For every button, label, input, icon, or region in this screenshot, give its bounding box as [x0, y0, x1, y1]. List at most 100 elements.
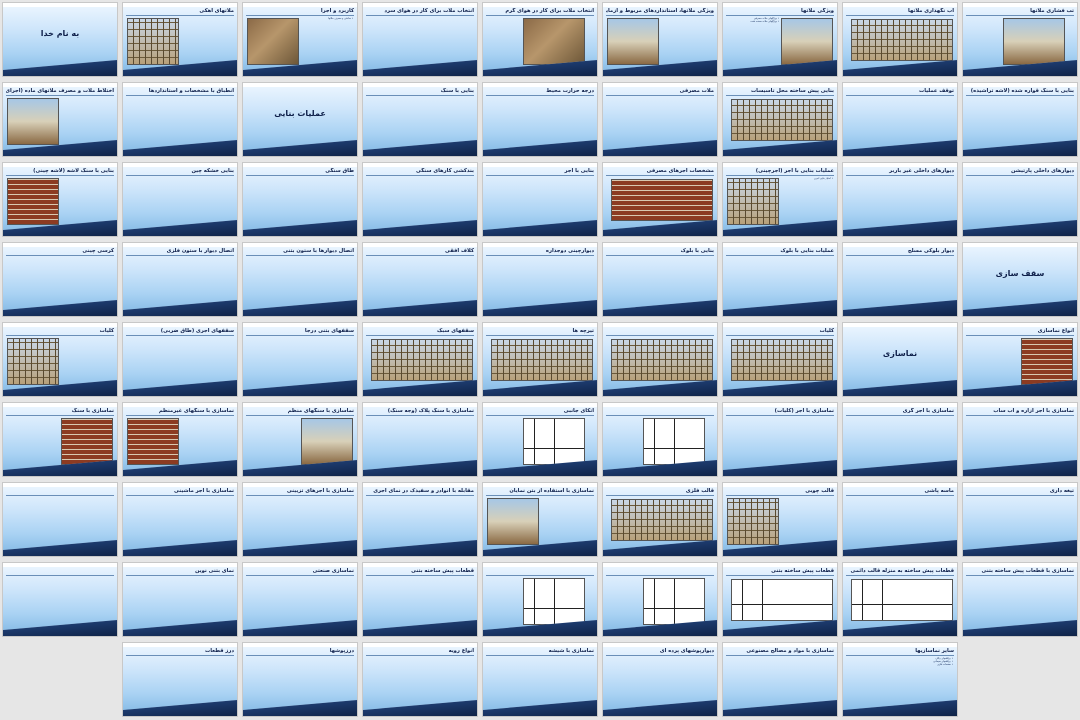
slide-title: کرسی چینی: [82, 248, 114, 254]
slide-thumbnail[interactable]: اتصال دیوارها با ستون بتنی: [242, 242, 358, 317]
slide-thumbnail[interactable]: نمای بتنی نوین: [122, 562, 238, 637]
slide-thumbnail[interactable]: بنایی پیش ساخته محل تاسیسات: [722, 82, 838, 157]
slide-thumbnail[interactable]: سقفهای سبک: [362, 322, 478, 397]
slide-thumbnail[interactable]: نماسازی با شیشه: [482, 642, 598, 717]
slide-thumbnail[interactable]: انتخاب ملات برای کار در هوای سرد: [362, 2, 478, 77]
slide-header-strip: [123, 83, 237, 87]
slide-thumbnail[interactable]: اتکای جانبی: [482, 402, 598, 477]
slide-title-rule: [846, 495, 954, 496]
slide-thumbnail[interactable]: دیوارچینی دوجداره: [482, 242, 598, 317]
slide-thumbnail[interactable]: اختلاط ملات و مصرف ملاتهای ماده (اجرای م…: [2, 82, 118, 157]
slide-title-rule: [846, 175, 954, 176]
slide-thumbnail[interactable]: سایر نماسازیها • روکشهای رنگی • روکشهای س…: [842, 642, 958, 717]
slide-thumbnail[interactable]: [482, 562, 598, 637]
slide-thumbnail[interactable]: [2, 482, 118, 557]
slide-thumbnail[interactable]: ماسه پاشی: [842, 482, 958, 557]
slide-thumbnail[interactable]: نماسازی با آجر ماشینی: [122, 482, 238, 557]
slide-header-strip: [963, 163, 1077, 167]
slide-image: [301, 418, 353, 465]
slide-thumbnail[interactable]: نماسازی با آجرهای تزیینی: [242, 482, 358, 557]
slide-thumbnail[interactable]: درزپوشها: [242, 642, 358, 717]
slide-thumbnail[interactable]: درز قطعات: [122, 642, 238, 717]
slide-thumbnail[interactable]: انواع رویه: [362, 642, 478, 717]
slide-thumbnail[interactable]: سقفهای بتنی درجا: [242, 322, 358, 397]
slide-thumbnail[interactable]: ویژگی ملاتها، استانداردهای مربوط و آزمای…: [602, 2, 718, 77]
slide-thumbnail[interactable]: به نام خدامشخصات فنی عمومی کارهای ساختما…: [2, 2, 118, 77]
slide-body-text: [7, 497, 113, 544]
slide-thumbnail[interactable]: نماسازی با سنگ پلاک (وجه سنگ): [362, 402, 478, 477]
slide-thumbnail[interactable]: [2, 562, 118, 637]
slide-header-strip: [123, 483, 237, 487]
slide-thumbnail[interactable]: دیوارهای داخلی غیر باربر: [842, 162, 958, 237]
slide-header-strip: [3, 83, 117, 87]
slide-thumbnail[interactable]: نماسازی با قطعات پیش ساخته بتنی: [962, 562, 1078, 637]
slide-title: بنایی پیش ساخته محل تاسیسات: [750, 88, 834, 94]
slide-thumbnail[interactable]: طاق سنگی: [242, 162, 358, 237]
slide-thumbnail[interactable]: [602, 562, 718, 637]
slide-thumbnail[interactable]: بنایی با آجر: [482, 162, 598, 237]
slide-thumbnail[interactable]: آب نگهداری ملاتها: [842, 2, 958, 77]
slide-thumbnail[interactable]: کلاف افقی: [362, 242, 478, 317]
slide-thumbnail[interactable]: نماسازی با آجر ازاره و آب ساب: [962, 402, 1078, 477]
slide-thumbnail[interactable]: نماسازی با سنگهای منظم: [242, 402, 358, 477]
slide-title-rule: [6, 335, 114, 336]
slide-thumbnail[interactable]: کلیات: [722, 322, 838, 397]
slide-thumbnail[interactable]: قطعات پیش ساخته بتنی: [362, 562, 478, 637]
slide-thumbnail[interactable]: [602, 322, 718, 397]
slide-thumbnail[interactable]: مشخصات آجرهای مصرفی: [602, 162, 718, 237]
slide-thumbnail[interactable]: نماسازی با آجر گری: [842, 402, 958, 477]
slide-thumbnail[interactable]: قطعات پیش ساخته به منزله قالب دائمی: [842, 562, 958, 637]
slide-thumbnail[interactable]: تیغه داری: [962, 482, 1078, 557]
slide-thumbnail[interactable]: نماسازی با استفاده از بتن نمایان: [482, 482, 598, 557]
slide-header-strip: [363, 563, 477, 567]
slide-title: آب نگهداری ملاتها: [908, 8, 954, 14]
slide-thumbnail[interactable]: ملاتهای آهکی: [122, 2, 238, 77]
slide-title-rule: [246, 15, 354, 16]
slide-thumbnail[interactable]: دیوارپوشهای پرده ای: [602, 642, 718, 717]
slide-thumbnail[interactable]: نماسازی صنعتی: [242, 562, 358, 637]
slide-thumbnail[interactable]: ویژگی ملاتها • ویژگیهای ملات مصرفی • ویژگ…: [722, 2, 838, 77]
slide-thumbnail[interactable]: قالب فلزی: [602, 482, 718, 557]
slide-thumbnail[interactable]: ملات مصرفی: [602, 82, 718, 157]
slide-thumbnail[interactable]: قطعات پیش ساخته بتنی: [722, 562, 838, 637]
slide-thumbnail[interactable]: بنایی با بلوک: [602, 242, 718, 317]
slide-thumbnail[interactable]: نماسازی با مواد و مصالح مصنوعی: [722, 642, 838, 717]
slide-thumbnail[interactable]: سقف سازی: [962, 242, 1078, 317]
slide-thumbnail[interactable]: مقابله با انوادر و سفیدک در نمای آجری: [362, 482, 478, 557]
slide-thumbnail[interactable]: نماسازی با آجر (کلیات): [722, 402, 838, 477]
slide-thumbnail[interactable]: نماسازی با سنگهای غیرمنظم: [122, 402, 238, 477]
slide-thumbnail[interactable]: بنایی با سنگ قواره شده (لاشه تراشیده): [962, 82, 1078, 157]
slide-body-text: [607, 577, 713, 624]
slide-thumbnail[interactable]: توقف عملیات: [842, 82, 958, 157]
slide-title-rule: [126, 15, 234, 16]
slide-thumbnail[interactable]: انتخاب ملات برای کار در هوای گرم: [482, 2, 598, 77]
slide-thumbnail[interactable]: نماسازی: [842, 322, 958, 397]
slide-thumbnail[interactable]: عملیات بنایی: [242, 82, 358, 157]
slide-thumbnail[interactable]: نماسازی با سنگ: [2, 402, 118, 477]
slide-thumbnail[interactable]: اتصال دیوار با ستون فلزی: [122, 242, 238, 317]
slide-thumbnail[interactable]: انطباق با مشخصات و استانداردها: [122, 82, 238, 157]
slide-thumbnail[interactable]: کلیات: [2, 322, 118, 397]
slide-thumbnail[interactable]: درجه حرارت محیط: [482, 82, 598, 157]
slide-thumbnail[interactable]: انواع نماسازی: [962, 322, 1078, 397]
slide-thumbnail[interactable]: بنایی خشکه چین: [122, 162, 238, 237]
slide-thumbnail[interactable]: عملیات بنایی با بلوک: [722, 242, 838, 317]
slide-title-rule: [486, 95, 594, 96]
slide-thumbnail[interactable]: [602, 402, 718, 477]
slide-thumbnail[interactable]: تیرچه ها: [482, 322, 598, 397]
slide-thumbnail[interactable]: کاربرد و اجرا • ساختن و مصرف ملاتها: [242, 2, 358, 77]
slide-thumbnail[interactable]: سقفهای آجری (طاق ضربی): [122, 322, 238, 397]
slide-thumbnail[interactable]: بندکشی کارهای سنگی: [362, 162, 478, 237]
slide-thumbnail[interactable]: عملیات بنایی با آجر (آجرچینی) • امتیاز بن…: [722, 162, 838, 237]
slide-body-text: [367, 257, 473, 304]
slide-thumbnail[interactable]: بنایی با سنگ: [362, 82, 478, 157]
slide-thumbnail[interactable]: دیوارهای داخلی پارتیشن: [962, 162, 1078, 237]
slide-thumbnail[interactable]: قالب چوبی: [722, 482, 838, 557]
slide-body-text: [727, 257, 833, 304]
slide-title: نماسازی با آجر گری: [902, 408, 954, 414]
slide-thumbnail[interactable]: کرسی چینی: [2, 242, 118, 317]
slide-thumbnail[interactable]: بنایی با سنگ لاشه (لاشه چینی): [2, 162, 118, 237]
slide-thumbnail[interactable]: دیوار بلوکی مسلح: [842, 242, 958, 317]
slide-thumbnail[interactable]: تب فشاری ملاتها: [962, 2, 1078, 77]
slide-body-text: • روکشهای رنگی • روکشهای سیمانی • صفحات …: [933, 657, 953, 666]
